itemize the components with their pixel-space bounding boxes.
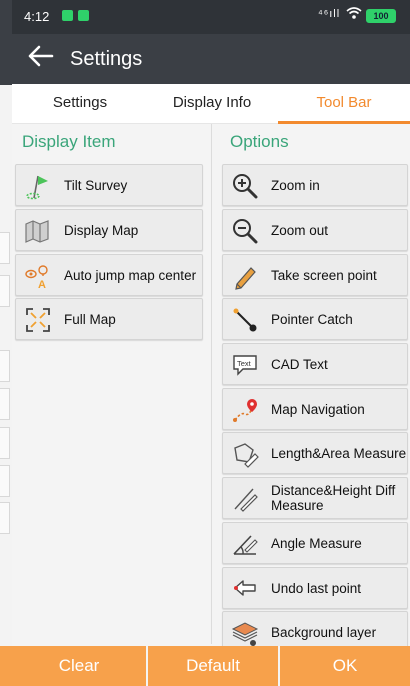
display-item-full-map[interactable]: Full Map xyxy=(15,298,203,340)
background-app xyxy=(0,0,12,686)
background-row xyxy=(0,465,10,497)
map-icon xyxy=(24,217,52,245)
back-arrow-icon[interactable] xyxy=(26,42,54,76)
list-item-label: CAD Text xyxy=(271,356,328,372)
option-length-area-measure[interactable]: Length&Area Measure xyxy=(222,432,408,474)
column-divider xyxy=(211,124,212,644)
background-row xyxy=(0,350,10,382)
default-button[interactable]: Default xyxy=(148,646,278,686)
list-item-label: Display Map xyxy=(64,222,139,238)
footer-bar: Clear Default OK xyxy=(12,646,410,686)
angle-icon xyxy=(231,530,259,558)
display-item-tilt-survey[interactable]: Tilt Survey xyxy=(15,164,203,206)
distance-height-icon xyxy=(231,485,259,513)
tab-bar: Settings Display Info Tool Bar xyxy=(12,84,410,124)
layer-icon xyxy=(231,619,259,647)
page-title: Settings xyxy=(70,48,143,70)
background-footer xyxy=(0,646,12,686)
list-item-label: Distance&Height Diff Measure xyxy=(271,483,396,513)
undo-icon xyxy=(231,575,259,603)
tab-tool-bar[interactable]: Tool Bar xyxy=(278,84,410,124)
svg-text:Text: Text xyxy=(237,359,252,368)
list-item-label: Angle Measure xyxy=(271,535,362,551)
option-undo-last-point[interactable]: Undo last point xyxy=(222,567,408,609)
background-row xyxy=(0,388,10,420)
app-bar: Settings xyxy=(12,34,410,84)
list-item-label: Map Navigation xyxy=(271,401,365,417)
background-row xyxy=(0,502,10,534)
jump-center-icon: A xyxy=(24,262,52,291)
option-angle-measure[interactable]: Angle Measure xyxy=(222,522,408,564)
full-map-icon xyxy=(24,306,52,334)
list-item-label: Undo last point xyxy=(271,580,362,596)
list-item-label: Length&Area Measure xyxy=(271,445,407,461)
status-time: 4:12 xyxy=(24,9,50,24)
zoom-in-icon xyxy=(231,172,259,200)
display-item-title: Display Item xyxy=(22,132,116,151)
ok-button[interactable]: OK xyxy=(280,646,410,686)
battery-icon: 100 xyxy=(366,9,396,23)
cad-text-icon: Text xyxy=(231,351,259,379)
length-area-icon xyxy=(231,440,259,468)
pencil-icon xyxy=(231,262,259,290)
tab-settings[interactable]: Settings xyxy=(30,84,130,124)
list-item-label: Tilt Survey xyxy=(64,177,128,193)
background-app-header xyxy=(0,0,12,85)
list-item-label: Take screen point xyxy=(271,267,377,283)
settings-dialog: 4:12 ⁴⁶ıll 100 Settings Settings Display… xyxy=(12,0,410,686)
notification-icon xyxy=(78,10,89,21)
display-item-auto-jump-map-center[interactable]: A Auto jump map center xyxy=(15,254,203,296)
svg-text:A: A xyxy=(38,279,46,290)
status-bar: 4:12 ⁴⁶ıll 100 xyxy=(12,0,410,34)
background-row xyxy=(0,232,10,264)
list-item-label: Pointer Catch xyxy=(271,311,353,327)
options-title: Options xyxy=(230,132,289,151)
list-item-label: Auto jump map center xyxy=(64,267,197,283)
option-map-navigation[interactable]: Map Navigation xyxy=(222,388,408,430)
list-item-label: Zoom out xyxy=(271,222,329,238)
option-cad-text[interactable]: Text CAD Text xyxy=(222,343,408,385)
option-zoom-in[interactable]: Zoom in xyxy=(222,164,408,206)
zoom-out-icon xyxy=(231,217,259,245)
pointer-catch-icon xyxy=(231,306,259,334)
list-item-label: Full Map xyxy=(64,311,116,327)
option-take-screen-point[interactable]: Take screen point xyxy=(222,254,408,296)
list-item-label: Zoom in xyxy=(271,177,320,193)
map-navigation-icon xyxy=(231,396,259,424)
background-row xyxy=(0,275,10,307)
display-item-display-map[interactable]: Display Map xyxy=(15,209,203,251)
wifi-icon xyxy=(346,6,362,23)
notification-icon xyxy=(62,10,73,21)
option-distance-height-diff-measure[interactable]: Distance&Height Diff Measure xyxy=(222,477,408,519)
option-pointer-catch[interactable]: Pointer Catch xyxy=(222,298,408,340)
signal-icon: ⁴⁶ıll xyxy=(318,8,341,20)
background-row xyxy=(0,427,10,459)
option-zoom-out[interactable]: Zoom out xyxy=(222,209,408,251)
tab-display-info[interactable]: Display Info xyxy=(158,84,266,124)
clear-button[interactable]: Clear xyxy=(12,646,146,686)
tilt-survey-icon xyxy=(24,172,52,200)
